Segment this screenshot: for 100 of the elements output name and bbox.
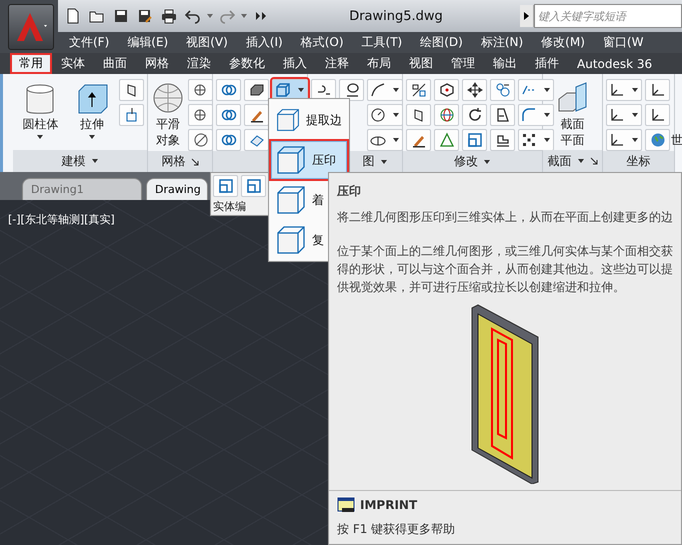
triangle-icon — [438, 132, 454, 148]
document-tab[interactable]: Drawing — [146, 178, 208, 200]
axes-icon — [609, 107, 625, 123]
axes-icon — [609, 82, 625, 98]
axes-icon — [650, 107, 666, 123]
menu-item[interactable]: 修改(M) — [532, 34, 594, 51]
menu-item[interactable]: 编辑(E) — [118, 34, 178, 51]
ribbon-tab[interactable]: 渲染 — [178, 53, 220, 74]
split-tool-button[interactable] — [606, 129, 642, 151]
tool-button[interactable] — [188, 104, 213, 126]
caret-icon — [631, 111, 639, 119]
split-tool-button[interactable] — [518, 129, 554, 151]
slash-cubes-icon — [410, 82, 426, 98]
ribbon-tab[interactable]: 实体 — [52, 53, 94, 74]
tool-button[interactable] — [188, 79, 213, 101]
tool-button[interactable] — [188, 129, 213, 151]
menu-item[interactable]: 绘图(D) — [411, 34, 472, 51]
menu-item[interactable]: 标注(N) — [472, 34, 532, 51]
help-hint: 按 F1 键获得更多帮助 — [337, 521, 456, 538]
tooltip-title: 压印 — [337, 183, 362, 200]
split-tool-button[interactable] — [606, 104, 642, 126]
curve-icon — [370, 82, 386, 98]
split-tool-button[interactable] — [606, 79, 642, 101]
ribbon-tab[interactable]: 参数化 — [220, 53, 274, 74]
ribbon-tab[interactable]: Autodesk 36 — [568, 53, 662, 74]
caret-icon — [631, 136, 639, 144]
menu-option[interactable]: 提取边 — [271, 101, 347, 139]
ribbon-tab[interactable]: 插件 — [526, 53, 568, 74]
tool-button[interactable] — [244, 79, 269, 101]
ribbon-tab[interactable]: 曲面 — [94, 53, 136, 74]
caret-icon — [392, 136, 400, 144]
sphere-icon — [151, 81, 185, 115]
expand-button[interactable] — [520, 5, 534, 27]
ribbon-large-button[interactable]: 圆柱体 — [16, 79, 64, 149]
circle-icon — [370, 107, 386, 123]
tool-button[interactable] — [645, 79, 670, 101]
printer-icon — [161, 8, 177, 24]
array-icon — [521, 132, 537, 148]
viewport-label[interactable]: [-][东北等轴测][真实] — [8, 213, 115, 226]
split-tool-button[interactable] — [367, 104, 403, 126]
ribbon-tab[interactable]: 常用 — [10, 53, 52, 74]
tooltip-description: 将二维几何图形压印到三维实体上，从而在平面上创建更多的边 — [337, 209, 673, 226]
tool-button[interactable] — [119, 79, 144, 101]
ribbon-tab[interactable]: 管理 — [442, 53, 484, 74]
document-tab[interactable]: Drawing1 — [22, 178, 142, 200]
tool-button[interactable] — [462, 104, 487, 126]
cube-icon — [276, 225, 306, 255]
menu-item[interactable]: 文件(F) — [60, 34, 118, 51]
menu-item[interactable]: 格式(O) — [292, 34, 353, 51]
caret-icon — [631, 86, 639, 94]
launcher-arrow-icon[interactable] — [590, 157, 598, 165]
squares-icon — [246, 178, 262, 194]
tool-button[interactable] — [434, 104, 459, 126]
window-title: Drawing5.dwg — [348, 8, 444, 24]
cube-icon — [276, 145, 306, 175]
squares-icon — [218, 178, 234, 194]
split-tool-button[interactable] — [367, 79, 403, 101]
tool-button[interactable] — [434, 79, 459, 101]
ribbon-large-button[interactable]: 截面 平面 — [546, 79, 599, 149]
ribbon-large-button[interactable]: 拉伸 — [68, 79, 116, 149]
search-field[interactable]: 键入关键字或短语 — [534, 4, 682, 28]
split-tool-button[interactable] — [367, 129, 403, 151]
tool-button[interactable] — [244, 104, 269, 126]
ribbon-tab[interactable]: 插入 — [274, 53, 316, 74]
caret-icon — [543, 111, 551, 119]
menu-item[interactable]: 窗口(W — [594, 34, 652, 51]
launcher-arrow-icon[interactable] — [190, 158, 198, 166]
application-button[interactable] — [8, 4, 54, 50]
tool-button[interactable] — [645, 104, 670, 126]
tool-button[interactable] — [406, 129, 431, 151]
ribbon-tab[interactable]: 布局 — [358, 53, 400, 74]
tool-button[interactable] — [462, 79, 487, 101]
tool-button[interactable] — [406, 79, 431, 101]
fillet-icon — [521, 107, 537, 123]
undo-arrow-icon — [185, 8, 201, 24]
tool-button[interactable] — [490, 129, 515, 151]
command-icon — [337, 497, 355, 513]
tool-button[interactable] — [339, 79, 364, 101]
sphere-icon — [438, 107, 454, 123]
logo-icon — [14, 11, 48, 43]
panel-title: 建模 — [62, 152, 86, 170]
menu-item[interactable]: 插入(I) — [236, 34, 292, 51]
triangle-right-icon — [523, 11, 530, 21]
panel-title: 截面 — [548, 152, 572, 170]
tool-button[interactable] — [490, 104, 515, 126]
ribbon-large-button[interactable]: 平滑 对象 — [151, 79, 185, 149]
tooltip-description: 位于某个面上的二维几何图形，或三维几何实体与某个面相交获得的形状，可以与这个面合并，从而创建其他边。这些边可以提供视觉效果，并可进行压缩或拉长以创建缩进和拉伸。 — [337, 243, 673, 296]
ribbon-tab[interactable]: 输出 — [484, 53, 526, 74]
floppy-pen-icon — [137, 8, 153, 24]
menu-item[interactable]: 工具(T) — [352, 34, 412, 51]
ribbon-tab[interactable]: 网格 — [136, 53, 178, 74]
panel-title: 图 — [362, 153, 374, 170]
rings-icon — [220, 132, 236, 148]
caret-icon — [392, 86, 400, 94]
menu-option[interactable]: 压印 — [271, 141, 347, 179]
tool-button[interactable] — [406, 104, 431, 126]
ribbon-tab[interactable]: 注释 — [316, 53, 358, 74]
panel-title: 坐标 — [626, 153, 650, 170]
ribbon-tab[interactable]: 视图 — [400, 53, 442, 74]
menu-item[interactable]: 视图(V) — [177, 34, 237, 51]
